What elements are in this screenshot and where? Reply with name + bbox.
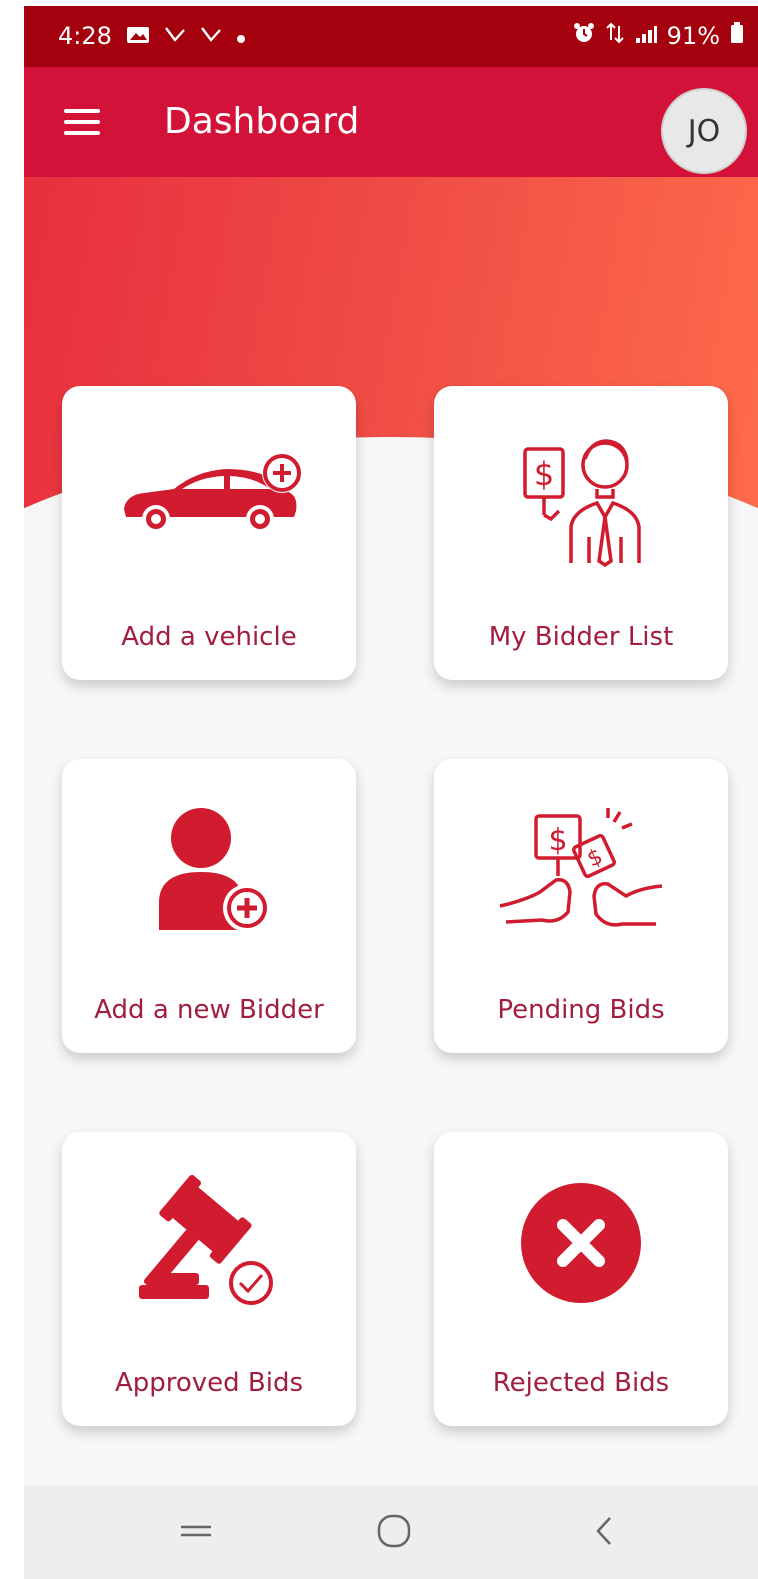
tile-label: Pending Bids: [497, 995, 665, 1025]
bidder-list-icon: $: [434, 422, 728, 572]
svg-text:$: $: [548, 823, 567, 858]
menu-icon[interactable]: [64, 109, 100, 135]
user-plus-icon: [62, 795, 356, 945]
missed-call-icon: [164, 22, 186, 50]
missed-call-icon: [200, 22, 222, 50]
tile-add-new-bidder[interactable]: Add a new Bidder: [62, 759, 356, 1053]
status-right: 91%: [573, 22, 744, 50]
status-time: 4:28: [58, 22, 112, 50]
tile-rejected-bids[interactable]: Rejected Bids: [434, 1132, 728, 1426]
battery-icon: [730, 22, 744, 50]
status-left: 4:28: [58, 22, 246, 50]
signal-icon: [635, 22, 657, 50]
gallery-icon: [126, 22, 150, 50]
notification-dot-icon: [236, 22, 246, 50]
car-plus-icon: [62, 422, 356, 572]
back-icon[interactable]: [564, 1506, 644, 1556]
data-transfer-icon: [605, 22, 625, 50]
home-icon[interactable]: [354, 1506, 434, 1556]
tile-add-vehicle[interactable]: Add a vehicle: [62, 386, 356, 680]
tile-label: Add a new Bidder: [94, 995, 324, 1025]
tile-label: Add a vehicle: [121, 622, 297, 652]
recent-apps-icon[interactable]: [156, 1506, 236, 1556]
avatar[interactable]: JO: [661, 88, 747, 174]
system-nav-bar: [24, 1486, 758, 1579]
tile-pending-bids[interactable]: $ $ Pending Bids: [434, 759, 728, 1053]
status-bar: 4:28 91%: [24, 6, 758, 67]
tile-approved-bids[interactable]: Approved Bids: [62, 1132, 356, 1426]
tile-label: Approved Bids: [114, 1368, 304, 1398]
page-title: Dashboard: [164, 101, 360, 142]
app-bar: Dashboard JO: [24, 67, 758, 177]
alarm-icon: [573, 22, 595, 50]
tile-label: My Bidder List: [488, 622, 674, 652]
gavel-check-icon: [62, 1168, 356, 1318]
phone-screen: 4:28 91% Dashboard JO Add a vehicle $ My…: [24, 6, 758, 1579]
pending-bids-icon: $ $: [434, 795, 728, 945]
svg-text:$: $: [534, 455, 554, 493]
tile-label: Rejected Bids: [492, 1368, 670, 1398]
reject-x-icon: [434, 1168, 728, 1318]
tile-my-bidder-list[interactable]: $ My Bidder List: [434, 386, 728, 680]
battery-percent: 91%: [666, 22, 720, 50]
